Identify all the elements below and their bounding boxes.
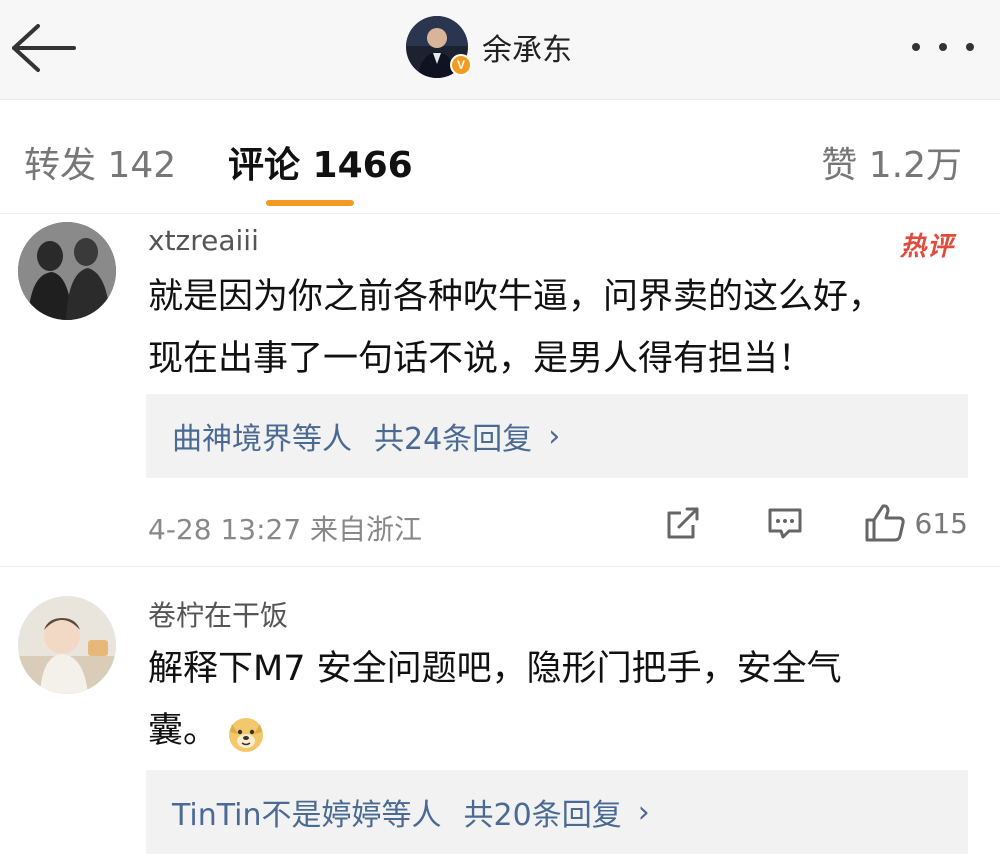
comment-actions: 615	[663, 502, 968, 544]
replies-link[interactable]: TinTin不是婷婷等人 共20条回复 ›	[146, 770, 968, 854]
replies-count: 共20条回复	[463, 798, 622, 833]
top-bar: V 余承东	[0, 0, 1000, 100]
like-count: 615	[914, 506, 968, 540]
tab-bar: 转发 142 评论 1466 赞 1.2万	[0, 100, 1000, 214]
tab-repost[interactable]: 转发 142	[24, 136, 176, 188]
user-avatar[interactable]	[18, 222, 116, 320]
verified-badge: V	[450, 54, 472, 76]
comment-text-line-last: 囊。	[148, 700, 938, 762]
active-tab-indicator	[266, 200, 354, 206]
like-icon	[865, 504, 905, 542]
comment-text-line: 现在出事了一句话不说，是男人得有担当！	[148, 339, 814, 379]
replies-users: TinTin不是婷婷等人	[172, 798, 442, 833]
chevron-right-icon: ›	[637, 794, 650, 830]
user-avatar[interactable]	[18, 596, 116, 694]
chevron-right-icon: ›	[548, 418, 561, 454]
comment-icon[interactable]	[765, 503, 805, 543]
author-avatar[interactable]: V	[406, 16, 472, 78]
comment-username[interactable]: xtzreaiii	[148, 224, 259, 257]
repost-icon[interactable]	[663, 503, 703, 543]
comment-item: xtzreaiii 热评 就是因为你之前各种吹牛逼，问界卖的这么好， 现在出事了…	[0, 214, 1000, 564]
more-dots-icon[interactable]	[912, 30, 974, 64]
comment-username[interactable]: 卷柠在干饭	[148, 594, 288, 634]
comment-text-fragment: 囊。	[148, 711, 219, 751]
comment-meta: 4-28 13:27 来自浙江	[148, 513, 423, 546]
hot-comment-badge: 热评	[899, 232, 954, 262]
comment-text-line: 就是因为你之前各种吹牛逼，问界卖的这么好，	[148, 277, 884, 317]
doge-emoji-icon	[226, 712, 266, 752]
tab-like[interactable]: 赞 1.2万	[821, 136, 962, 188]
comment-text-line: 解释下M7 安全问题吧，隐形门把手，安全气	[148, 649, 842, 689]
comment-text: 就是因为你之前各种吹牛逼，问界卖的这么好， 现在出事了一句话不说，是男人得有担当…	[148, 266, 938, 390]
comment-item: 卷柠在干饭 解释下M7 安全问题吧，隐形门把手，安全气 囊。 TinTin不是婷…	[0, 586, 1000, 865]
replies-count: 共24条回复	[374, 422, 533, 457]
replies-users: 曲神境界等人	[172, 422, 352, 457]
tab-comment[interactable]: 评论 1466	[228, 136, 413, 188]
divider	[0, 566, 1000, 567]
like-button[interactable]: 615	[863, 502, 968, 544]
back-arrow-icon[interactable]	[10, 22, 80, 74]
comment-text: 解释下M7 安全问题吧，隐形门把手，安全气 囊。	[148, 638, 938, 762]
replies-link[interactable]: 曲神境界等人 共24条回复 ›	[146, 394, 968, 478]
author-name: 余承东	[482, 33, 572, 68]
profile-header[interactable]: V 余承东	[406, 16, 572, 78]
